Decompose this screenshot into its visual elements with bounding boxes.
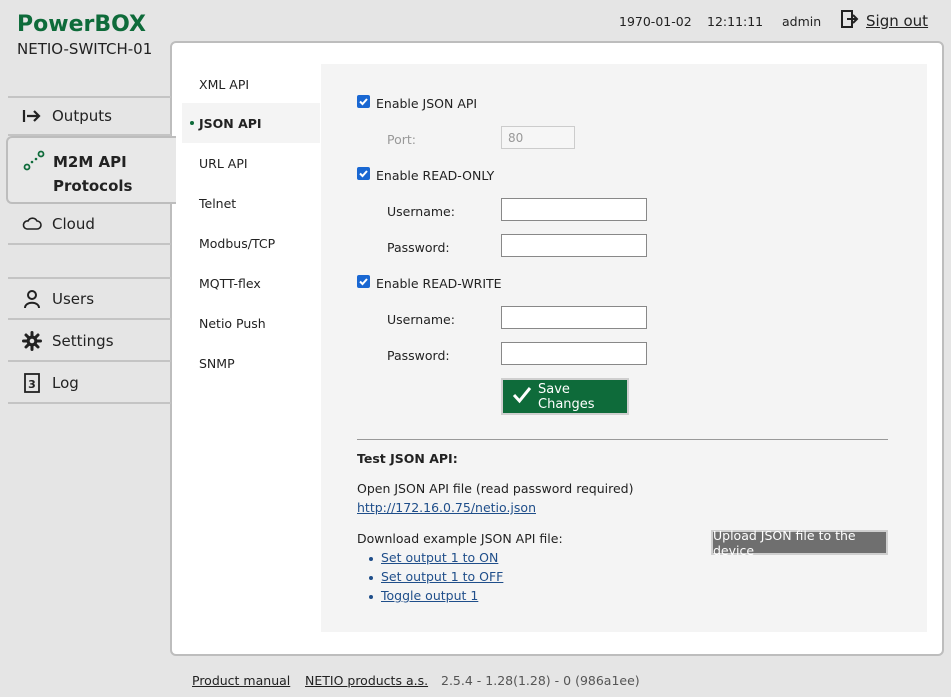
sidebar-item-label: Protocols: [53, 177, 133, 195]
tab-modbus-tcp[interactable]: Modbus/TCP: [182, 223, 320, 263]
rw-password-label: Password:: [387, 348, 450, 363]
sidebar-item-outputs[interactable]: Outputs: [8, 96, 171, 136]
sidebar-item-m2m-api[interactable]: M2M API Protocols: [6, 136, 176, 204]
sidebar-item-label: M2M API: [53, 153, 127, 171]
sign-out-icon: [840, 9, 860, 33]
open-json-text: Open JSON API file (read password requir…: [357, 481, 634, 496]
rw-username-label: Username:: [387, 312, 455, 327]
test-json-api-heading: Test JSON API:: [357, 451, 458, 466]
upload-json-label: Upload JSON file to the device: [713, 527, 856, 558]
enable-read-only-checkbox[interactable]: [357, 167, 370, 180]
header-time: 12:11:11: [707, 14, 764, 29]
open-json-link[interactable]: http://172.16.0.75/netio.json: [357, 500, 536, 515]
tab-label: Telnet: [199, 195, 237, 211]
tab-label: XML API: [199, 76, 250, 92]
rw-password-field[interactable]: [501, 342, 647, 365]
svg-text:3: 3: [28, 378, 36, 391]
upload-json-button[interactable]: Upload JSON file to the device: [711, 527, 888, 558]
download-link-set-off[interactable]: Set output 1 to OFF: [381, 569, 503, 584]
log-icon: 3: [22, 373, 42, 393]
outputs-arrow-icon: [22, 106, 42, 126]
tab-mqtt-flex[interactable]: MQTT-flex: [182, 263, 320, 303]
section-divider: [357, 439, 888, 440]
tab-label: MQTT-flex: [199, 275, 261, 291]
sidebar-item-label: Settings: [52, 332, 114, 350]
tab-json-api[interactable]: JSON API: [182, 103, 320, 143]
ro-password-label: Password:: [387, 240, 450, 255]
gear-icon: [22, 331, 42, 351]
cloud-icon: [22, 214, 42, 234]
checkmark-icon: [512, 386, 532, 408]
save-changes-label: Save Changes: [538, 381, 595, 412]
header-user: admin: [782, 14, 822, 29]
sidebar-item-users[interactable]: Users: [8, 280, 171, 320]
list-bullet: [369, 557, 373, 561]
ro-username-field[interactable]: [501, 198, 647, 221]
tab-url-api[interactable]: URL API: [182, 143, 320, 183]
m2m-icon: [23, 150, 45, 176]
save-changes-button[interactable]: Save Changes: [501, 378, 629, 415]
tab-netio-push[interactable]: Netio Push: [182, 303, 320, 343]
enable-json-api-checkbox[interactable]: [357, 95, 370, 108]
download-example-text: Download example JSON API file:: [357, 531, 563, 546]
sidebar-item-label: Cloud: [52, 215, 95, 233]
brand-title: PowerBOX: [17, 12, 146, 37]
sidebar-item-log[interactable]: 3 Log: [8, 364, 171, 404]
enable-read-write-checkbox[interactable]: [357, 275, 370, 288]
company-link[interactable]: NETIO products a.s.: [305, 673, 428, 688]
sign-out-label[interactable]: Sign out: [866, 12, 928, 30]
sidebar-item-cloud[interactable]: Cloud: [8, 205, 171, 245]
tab-label: JSON API: [199, 115, 262, 131]
tab-label: Modbus/TCP: [199, 235, 276, 251]
tab-label: Netio Push: [199, 315, 266, 331]
enable-read-only-label: Enable READ-ONLY: [376, 168, 495, 183]
list-bullet: [369, 576, 373, 580]
version-text: 2.5.4 - 1.28(1.28) - 0 (986a1ee): [441, 673, 640, 688]
tab-telnet[interactable]: Telnet: [182, 183, 320, 223]
port-field[interactable]: [501, 126, 575, 149]
rw-username-field[interactable]: [501, 306, 647, 329]
sidebar-item-label: Log: [52, 374, 79, 392]
ro-password-field[interactable]: [501, 234, 647, 257]
enable-json-api-label: Enable JSON API: [376, 96, 478, 111]
download-link-toggle[interactable]: Toggle output 1: [381, 588, 478, 603]
list-bullet: [369, 595, 373, 599]
tab-label: SNMP: [199, 355, 235, 371]
sidebar-item-label: Outputs: [52, 107, 112, 125]
sidebar-item-settings[interactable]: Settings: [8, 322, 171, 362]
sidebar-divider: [8, 277, 171, 279]
product-manual-link[interactable]: Product manual: [192, 673, 290, 688]
sidebar-item-label: Users: [52, 290, 95, 308]
enable-read-write-label: Enable READ-WRITE: [376, 276, 502, 291]
tab-label: URL API: [199, 155, 248, 171]
port-label: Port:: [387, 132, 416, 147]
user-icon: [22, 289, 42, 309]
ro-username-label: Username:: [387, 204, 455, 219]
active-dot-icon: [190, 121, 194, 125]
tab-snmp[interactable]: SNMP: [182, 343, 320, 383]
download-link-set-on[interactable]: Set output 1 to ON: [381, 550, 498, 565]
device-name: NETIO-SWITCH-01: [17, 40, 153, 58]
tab-xml-api[interactable]: XML API: [182, 64, 320, 104]
sign-out-link[interactable]: Sign out: [840, 9, 928, 33]
header-date: 1970-01-02: [619, 14, 692, 29]
